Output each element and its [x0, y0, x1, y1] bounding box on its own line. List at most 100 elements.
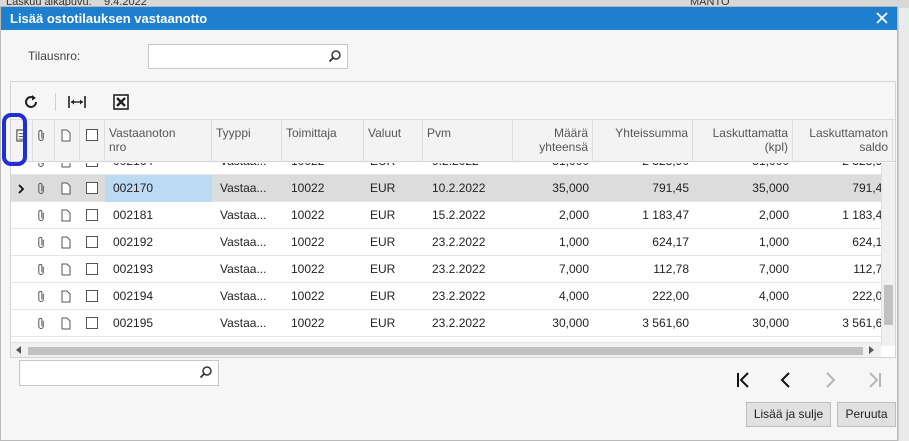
document-icon[interactable]	[61, 209, 71, 222]
cell-yhteissumma[interactable]: 3 561,60	[593, 310, 693, 337]
row-checkbox[interactable]	[86, 317, 98, 329]
cell-lask-saldo[interactable]: 222,00	[793, 283, 881, 310]
cell-toimittaja[interactable]: 10022	[282, 310, 364, 337]
first-page-icon[interactable]	[731, 368, 755, 392]
search-icon[interactable]	[199, 365, 213, 379]
row-checkbox[interactable]	[86, 163, 98, 167]
paperclip-icon[interactable]	[37, 163, 46, 168]
scroll-left-arrow-icon[interactable]	[16, 346, 21, 354]
cell-toimittaja[interactable]: 10022	[282, 202, 364, 229]
close-icon[interactable]	[873, 9, 891, 27]
cell-nro[interactable]: 002181	[105, 202, 212, 229]
cell-maara[interactable]: 7,000	[513, 256, 593, 283]
cell-pvm[interactable]: 23.2.2022	[423, 310, 513, 337]
table-row[interactable]: 002193 Vastaa... 10022 EUR 23.2.2022 7,000 112…	[11, 256, 881, 283]
order-number-input[interactable]	[149, 45, 347, 68]
column-laskuttamatta-kpl[interactable]: Laskuttamatta (kpl)	[693, 120, 793, 162]
document-icon[interactable]	[61, 236, 71, 249]
cell-pvm[interactable]: 10.2.2022	[423, 175, 513, 202]
cell-tyyppi[interactable]: Vastaa...	[212, 310, 282, 337]
cell-maara[interactable]: 51,000	[513, 163, 593, 175]
paperclip-icon[interactable]	[37, 263, 46, 276]
cell-pvm[interactable]: 23.2.2022	[423, 256, 513, 283]
cell-valuut[interactable]: EUR	[364, 175, 423, 202]
cell-toimittaja[interactable]: 10022	[282, 256, 364, 283]
cell-lask-saldo[interactable]: 624,17	[793, 229, 881, 256]
select-all-checkbox[interactable]	[86, 129, 98, 141]
column-yhteissumma[interactable]: Yhteissumma	[593, 120, 693, 162]
cell-tyyppi[interactable]: Vastaa...	[212, 283, 282, 310]
cell-toimittaja[interactable]: 10022	[282, 229, 364, 256]
document-icon[interactable]	[61, 182, 71, 195]
cell-tyyppi[interactable]: Vastaa...	[212, 229, 282, 256]
cell-maara[interactable]: 35,000	[513, 175, 593, 202]
scroll-right-arrow-icon[interactable]	[869, 346, 874, 354]
table-row[interactable]: 002194 Vastaa... 10022 EUR 23.2.2022 4,000 222…	[11, 283, 881, 310]
column-pvm[interactable]: Pvm	[423, 120, 513, 162]
cell-nro[interactable]: 002164	[105, 163, 212, 175]
refresh-icon[interactable]	[21, 92, 41, 112]
cell-lask-saldo[interactable]: 791,45	[793, 175, 881, 202]
cell-tyyppi[interactable]: Vastaa...	[212, 202, 282, 229]
cell-tyyppi[interactable]: Vastaa...	[212, 163, 282, 175]
cell-yhteissumma[interactable]: 791,45	[593, 175, 693, 202]
row-checkbox[interactable]	[86, 263, 98, 275]
paperclip-icon[interactable]	[37, 209, 46, 222]
cell-yhteissumma[interactable]: 1 183,47	[593, 202, 693, 229]
cell-lask-saldo[interactable]: 2 323,90	[793, 163, 881, 175]
cell-valuut[interactable]: EUR	[364, 256, 423, 283]
cell-nro[interactable]: 002194	[105, 283, 212, 310]
table-row[interactable]: 002164Vastaa...10022EUR9.2.202251,0002 3…	[11, 163, 881, 175]
document-icon[interactable]	[61, 290, 71, 303]
table-row[interactable]: 002181 Vastaa... 10022 EUR 15.2.2022 2,000 1 1…	[11, 202, 881, 229]
row-checkbox[interactable]	[86, 236, 98, 248]
document-icon[interactable]	[61, 263, 71, 276]
cell-valuut[interactable]: EUR	[364, 229, 423, 256]
paperclip-icon[interactable]	[37, 236, 46, 249]
cell-toimittaja[interactable]: 10022	[282, 163, 364, 175]
cell-valuut[interactable]: EUR	[364, 202, 423, 229]
cell-toimittaja[interactable]: 10022	[282, 283, 364, 310]
cell-maara[interactable]: 1,000	[513, 229, 593, 256]
cell-nro[interactable]: 002195	[105, 310, 212, 337]
table-row[interactable]: 002192 Vastaa... 10022 EUR 23.2.2022 1,000 624…	[11, 229, 881, 256]
last-page-icon[interactable]	[863, 368, 887, 392]
paperclip-icon[interactable]	[37, 182, 46, 195]
cell-pvm[interactable]: 15.2.2022	[423, 202, 513, 229]
paperclip-icon[interactable]	[37, 290, 46, 303]
cell-pvm[interactable]: 23.2.2022	[423, 283, 513, 310]
cell-nro[interactable]: 002192	[105, 229, 212, 256]
document-icon[interactable]	[61, 163, 71, 168]
table-row[interactable]: 002195 Vastaa... 10022 EUR 23.2.2022 30,000 3 …	[11, 310, 881, 337]
cell-valuut[interactable]: EUR	[364, 283, 423, 310]
cell-maara[interactable]: 4,000	[513, 283, 593, 310]
column-maara[interactable]: Määrä yhteensä	[513, 120, 593, 162]
horizontal-scroll-thumb[interactable]	[28, 347, 863, 355]
paperclip-icon[interactable]	[37, 317, 46, 330]
cancel-button[interactable]: Peruuta	[837, 402, 896, 427]
cell-lask-saldo[interactable]: 112,78	[793, 256, 881, 283]
cell-pvm[interactable]: 9.2.2022	[423, 163, 513, 175]
cell-lask-saldo[interactable]: 1 183,47	[793, 202, 881, 229]
cell-lask-kpl[interactable]: 7,000	[693, 256, 793, 283]
cell-lask-kpl[interactable]: 2,000	[693, 202, 793, 229]
fit-columns-icon[interactable]	[67, 92, 87, 112]
row-checkbox[interactable]	[86, 209, 98, 221]
cell-maara[interactable]: 30,000	[513, 310, 593, 337]
add-and-close-button[interactable]: Lisää ja sulje	[746, 402, 831, 427]
cell-tyyppi[interactable]: Vastaa...	[212, 175, 282, 202]
cell-lask-kpl[interactable]: 35,000	[693, 175, 793, 202]
search-icon[interactable]	[328, 49, 342, 63]
cell-lask-saldo[interactable]: 3 561,60	[793, 310, 881, 337]
column-tyyppi[interactable]: Tyyppi	[212, 120, 282, 162]
cell-yhteissumma[interactable]: 112,78	[593, 256, 693, 283]
document-icon[interactable]	[61, 317, 71, 330]
cell-nro[interactable]: 002170	[105, 175, 212, 202]
column-laskuttamaton-saldo[interactable]: Laskuttamaton saldo	[793, 120, 893, 162]
horizontal-scrollbar[interactable]	[11, 342, 881, 357]
row-checkbox[interactable]	[86, 290, 98, 302]
prev-page-icon[interactable]	[774, 368, 798, 392]
cell-maara[interactable]: 2,000	[513, 202, 593, 229]
column-toimittaja[interactable]: Toimittaja	[282, 120, 364, 162]
cell-yhteissumma[interactable]: 624,17	[593, 229, 693, 256]
